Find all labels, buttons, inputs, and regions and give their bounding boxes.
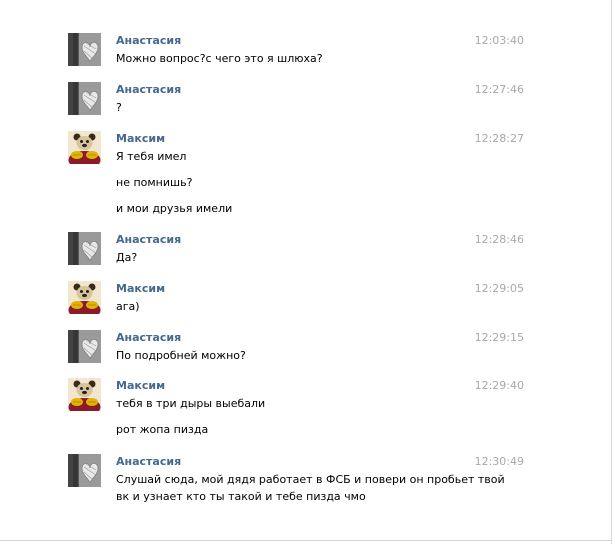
message-timestamp[interactable]: 12:27:46 xyxy=(475,83,524,96)
avatar-maksim[interactable] xyxy=(68,131,101,164)
message-text: Слушай сюда, мой дядя работает в ФСБ и п… xyxy=(116,473,505,486)
message-timestamp[interactable]: 12:28:27 xyxy=(475,132,524,145)
message-text: тебя в три дыры выебали xyxy=(116,397,266,410)
message-text: и мои друзья имели xyxy=(116,202,233,215)
anastasia-avatar-icon xyxy=(68,330,101,363)
author-link[interactable]: Максим xyxy=(116,282,165,295)
avatar-maksim[interactable] xyxy=(68,281,101,314)
author-link[interactable]: Максим xyxy=(116,132,165,145)
message-timestamp[interactable]: 12:28:46 xyxy=(475,233,524,246)
message-text: ага) xyxy=(116,300,140,313)
message-text: Я тебя имел xyxy=(116,150,187,163)
message-text: рот жопа пизда xyxy=(116,423,209,436)
message-text: вк и узнает кто ты такой и тебе пизда чм… xyxy=(116,490,366,503)
author-link[interactable]: Анастасия xyxy=(116,455,181,468)
message-item: Максим 12:28:27 Я тебя имел не помнишь? … xyxy=(68,131,538,221)
avatar-maksim[interactable] xyxy=(68,378,101,411)
message-timestamp[interactable]: 12:03:40 xyxy=(475,34,524,47)
author-link[interactable]: Анастасия xyxy=(116,83,181,96)
message-text: Да? xyxy=(116,251,138,264)
message-item: Максим 12:29:05 ага) xyxy=(68,281,538,321)
avatar-anastasia[interactable] xyxy=(68,330,101,363)
avatar-anastasia[interactable] xyxy=(68,454,101,487)
message-text: ? xyxy=(116,101,122,114)
message-item: Анастасия 12:28:46 Да? xyxy=(68,232,538,272)
message-item: Максим 12:29:40 тебя в три дыры выебали … xyxy=(68,378,538,444)
message-text: не помнишь? xyxy=(116,176,193,189)
anastasia-avatar-icon xyxy=(68,33,101,66)
message-item: Анастасия 12:27:46 ? xyxy=(68,82,538,122)
message-timestamp[interactable]: 12:29:05 xyxy=(475,282,524,295)
message-item: Анастасия 12:30:49 Слушай сюда, мой дядя… xyxy=(68,454,538,510)
anastasia-avatar-icon xyxy=(68,454,101,487)
avatar-anastasia[interactable] xyxy=(68,82,101,115)
window-border-bottom xyxy=(0,540,612,541)
message-timestamp[interactable]: 12:30:49 xyxy=(475,455,524,468)
window-border-right xyxy=(611,0,612,544)
author-link[interactable]: Анастасия xyxy=(116,34,181,47)
avatar-anastasia[interactable] xyxy=(68,232,101,265)
anastasia-avatar-icon xyxy=(68,82,101,115)
maksim-avatar-icon xyxy=(68,131,101,164)
message-timestamp[interactable]: 12:29:15 xyxy=(475,331,524,344)
author-link[interactable]: Анастасия xyxy=(116,331,181,344)
message-timestamp[interactable]: 12:29:40 xyxy=(475,379,524,392)
maksim-avatar-icon xyxy=(68,378,101,411)
message-text: Можно вопрос?с чего это я шлюха? xyxy=(116,52,323,65)
message-text: По подробней можно? xyxy=(116,349,246,362)
author-link[interactable]: Анастасия xyxy=(116,233,181,246)
anastasia-avatar-icon xyxy=(68,232,101,265)
maksim-avatar-icon xyxy=(68,281,101,314)
message-item: Анастасия 12:29:15 По подробней можно? xyxy=(68,330,538,370)
author-link[interactable]: Максим xyxy=(116,379,165,392)
avatar-anastasia[interactable] xyxy=(68,33,101,66)
message-item: Анастасия 12:03:40 Можно вопрос?с чего э… xyxy=(68,33,538,73)
